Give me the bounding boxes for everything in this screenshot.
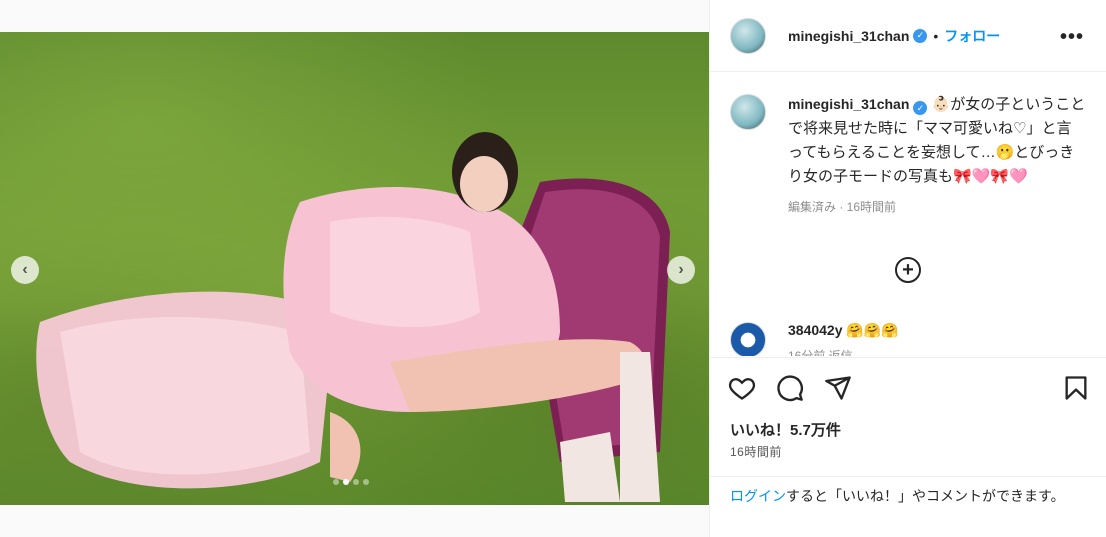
commenter-avatar[interactable] xyxy=(730,322,766,356)
carousel-indicator xyxy=(333,479,369,485)
chevron-right-icon: › xyxy=(678,261,684,278)
post-photo[interactable]: ‹ › xyxy=(0,32,709,505)
avatar[interactable] xyxy=(730,17,766,54)
commenter-username[interactable]: 384042y xyxy=(788,322,843,338)
post-time[interactable]: 16時間前 xyxy=(730,443,782,460)
like-count[interactable]: いいね！5.7万件 xyxy=(730,419,841,440)
verified-icon: ✓ xyxy=(913,101,928,115)
login-link[interactable]: ログイン xyxy=(730,488,786,504)
bookmark-icon[interactable] xyxy=(1062,374,1090,402)
chevron-left-icon: ‹ xyxy=(22,261,28,278)
more-options-icon[interactable]: ••• xyxy=(1060,26,1084,49)
comment-text: 🤗🤗🤗 xyxy=(846,322,899,338)
author-username[interactable]: minegishi_31chan xyxy=(788,28,909,44)
photo-illustration xyxy=(36,132,670,502)
comment-item: 384042y 🤗🤗🤗 16分前 返信 xyxy=(730,322,899,356)
caption-meta: 編集済み · 16時間前 xyxy=(788,200,897,214)
separator-dot: • xyxy=(933,27,939,44)
carousel-dot xyxy=(333,479,339,485)
carousel-dot xyxy=(363,479,369,485)
login-prompt-text: すると「いいね！」やコメントができます。 xyxy=(786,488,1065,504)
verified-icon: ✓ xyxy=(913,28,928,43)
carousel-next-button[interactable]: › xyxy=(667,256,695,284)
comment-icon[interactable] xyxy=(776,374,804,402)
carousel-prev-button[interactable]: ‹ xyxy=(11,256,39,284)
heart-icon[interactable] xyxy=(728,374,756,402)
carousel-dot xyxy=(353,479,359,485)
caption: minegishi_31chan ✓ 👶🏻が女の子ということで将来見せた時に「ママ… xyxy=(710,73,1106,219)
caption-avatar[interactable] xyxy=(730,94,766,130)
login-prompt: ログインすると「いいね！」やコメントができます。 xyxy=(710,476,1106,515)
comment-meta: 16分前 返信 xyxy=(788,349,853,356)
caption-username[interactable]: minegishi_31chan xyxy=(788,96,909,112)
share-icon[interactable] xyxy=(824,374,852,402)
action-bar xyxy=(710,357,1106,417)
post-sidebar: minegishi_31chan ✓ • フォロー ••• minegishi_… xyxy=(709,0,1106,537)
follow-button[interactable]: フォロー xyxy=(944,26,1000,46)
post-header: minegishi_31chan ✓ • フォロー ••• xyxy=(710,0,1106,72)
carousel-dot xyxy=(343,479,349,485)
plus-circle-icon[interactable]: + xyxy=(895,257,921,283)
comments-section[interactable]: minegishi_31chan ✓ 👶🏻が女の子ということで将来見せた時に「ママ… xyxy=(710,73,1106,356)
